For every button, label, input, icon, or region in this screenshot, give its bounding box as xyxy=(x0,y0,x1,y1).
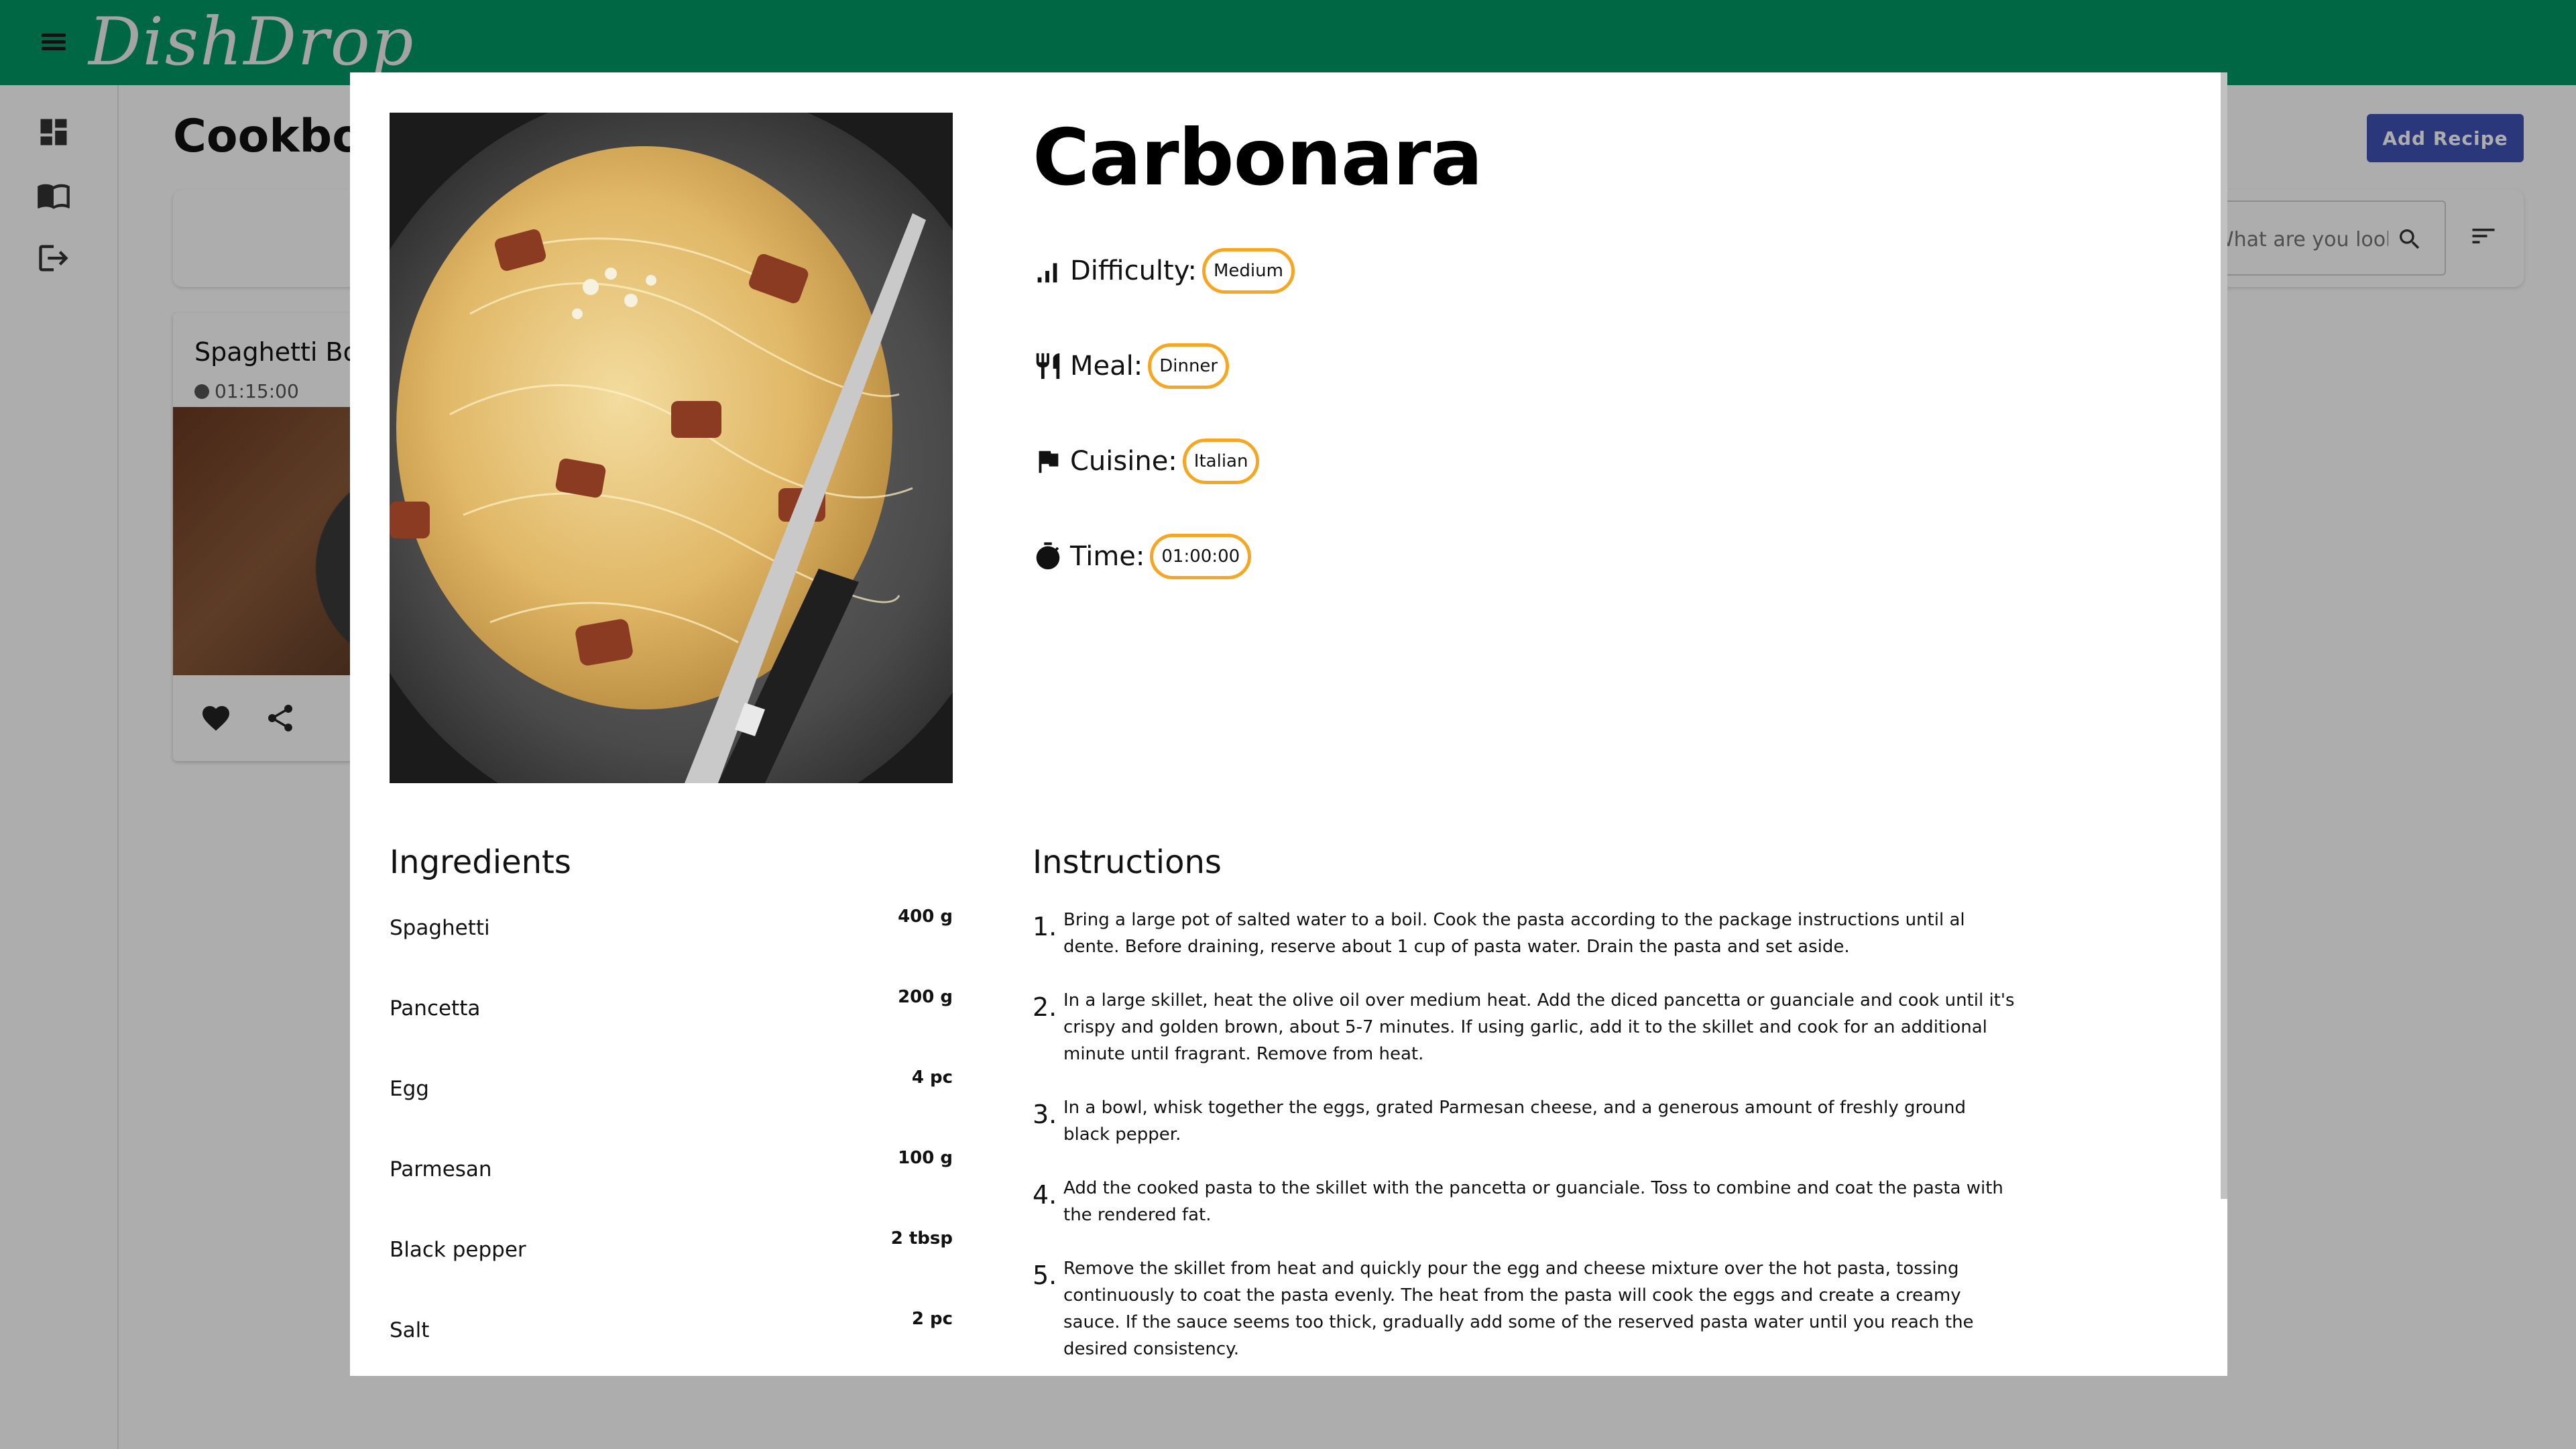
difficulty-label: Difficulty: xyxy=(1070,255,1197,286)
scrollbar[interactable] xyxy=(2221,72,2227,1199)
step-text: Bring a large pot of salted water to a b… xyxy=(1063,910,1965,957)
step-text: In a large skillet, heat the olive oil o… xyxy=(1063,990,2015,1064)
difficulty-chip: Medium xyxy=(1202,248,1295,294)
ingredient-name: Parmesan xyxy=(390,1157,492,1181)
ingredient-row: Black pepper 2 tbsp xyxy=(390,1228,953,1269)
instructions-heading: Instructions xyxy=(1033,844,1222,881)
difficulty-bars-icon xyxy=(1033,255,1063,286)
step-number: 4. xyxy=(1033,1180,1057,1210)
recipe-photo xyxy=(390,113,953,783)
step-number: 5. xyxy=(1033,1261,1057,1290)
step-text: Remove the skillet from heat and quickly… xyxy=(1063,1259,1974,1359)
step-number: 3. xyxy=(1033,1100,1057,1129)
meal-row: Meal: Dinner xyxy=(1033,343,1230,390)
ingredient-name: Salt xyxy=(390,1318,430,1342)
ingredient-name: Pancetta xyxy=(390,996,481,1021)
utensils-icon xyxy=(1033,351,1063,382)
step-text: Add the cooked pasta to the skillet with… xyxy=(1063,1178,2003,1225)
stopwatch-icon xyxy=(1033,541,1063,572)
ingredient-name: Spaghetti xyxy=(390,916,490,940)
ingredient-row: Parmesan 100 g xyxy=(390,1148,953,1188)
recipe-detail-dialog: Carbonara Difficulty: Medium Meal: Dinne… xyxy=(350,72,2227,1376)
flag-icon xyxy=(1033,446,1063,477)
step-number: 1. xyxy=(1033,912,1057,941)
ingredient-qty: 100 g xyxy=(898,1148,953,1168)
meal-label: Meal: xyxy=(1070,351,1143,382)
ingredient-name: Egg xyxy=(390,1077,429,1101)
ingredient-row: Egg 4 pc xyxy=(390,1067,953,1108)
time-label: Time: xyxy=(1070,541,1145,572)
ingredient-row: Spaghetti 400 g xyxy=(390,907,953,947)
ingredient-name: Black pepper xyxy=(390,1238,526,1262)
difficulty-row: Difficulty: Medium xyxy=(1033,247,1295,294)
ingredient-qty: 200 g xyxy=(898,987,953,1007)
meal-chip: Dinner xyxy=(1148,343,1230,389)
recipe-title: Carbonara xyxy=(1033,113,1483,203)
time-chip: 01:00:00 xyxy=(1150,534,1252,579)
ingredients-heading: Ingredients xyxy=(390,844,571,881)
ingredient-qty: 2 tbsp xyxy=(890,1228,953,1249)
ingredient-qty: 2 pc xyxy=(911,1309,953,1329)
ingredient-qty: 400 g xyxy=(898,907,953,927)
ingredient-qty: 4 pc xyxy=(911,1067,953,1088)
time-row: Time: 01:00:00 xyxy=(1033,533,1252,580)
cuisine-chip: Italian xyxy=(1182,439,1260,484)
ingredient-row: Salt 2 pc xyxy=(390,1309,953,1349)
cuisine-row: Cuisine: Italian xyxy=(1033,438,1260,485)
cuisine-label: Cuisine: xyxy=(1070,446,1177,477)
step-text: In a bowl, whisk together the eggs, grat… xyxy=(1063,1098,1966,1145)
ingredient-row: Pancetta 200 g xyxy=(390,987,953,1027)
step-number: 2. xyxy=(1033,992,1057,1022)
